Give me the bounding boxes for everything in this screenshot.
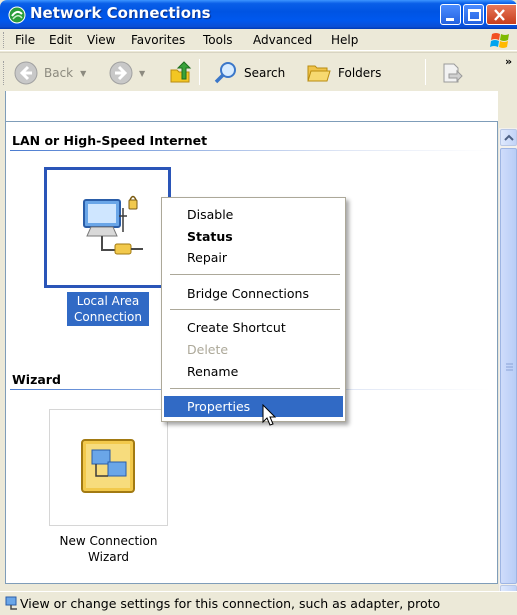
forward-dropdown-icon[interactable]: ▼ [139, 69, 145, 78]
search-button[interactable]: Search [213, 59, 285, 87]
toolbar-overflow-chevron[interactable]: » [505, 55, 512, 68]
ctx-status[interactable]: Status [164, 226, 343, 247]
chevron-up-icon [504, 134, 514, 141]
new-connection-wizard-item[interactable] [49, 409, 168, 526]
lan-label-line-2: Connection [74, 310, 142, 324]
minimize-button[interactable] [440, 4, 461, 25]
grip-icon [506, 363, 513, 371]
group-header-lan: LAN or High-Speed Internet [12, 133, 208, 148]
close-icon [494, 9, 505, 21]
ctx-delete: Delete [187, 342, 229, 357]
windows-logo-icon [490, 33, 509, 48]
title-bar[interactable]: Network Connections [0, 0, 517, 29]
vertical-scrollbar[interactable] [498, 128, 517, 604]
move-to-icon [443, 63, 463, 83]
status-bar: View or change settings for this connect… [0, 591, 517, 615]
local-area-connection-item[interactable] [44, 167, 171, 288]
toolbar-separator [425, 59, 426, 85]
menu-edit[interactable]: Edit [49, 33, 72, 47]
toolbar-grip[interactable] [3, 61, 6, 85]
lan-connection-icon [83, 195, 143, 255]
menu-bar: File Edit View Favorites Tools Advanced … [0, 29, 517, 51]
local-area-connection-label[interactable]: Local Area Connection [67, 292, 149, 326]
lan-label-line-1: Local Area [76, 294, 140, 308]
up-folder-icon [170, 61, 192, 83]
ctx-properties[interactable]: Properties [164, 396, 343, 417]
scroll-thumb[interactable] [500, 148, 517, 584]
group-header-wizard: Wizard [12, 372, 61, 387]
ctx-repair[interactable]: Repair [164, 247, 343, 268]
wizard-label-line-1: New Connection [59, 534, 158, 548]
close-button[interactable] [486, 4, 517, 25]
maximize-icon [468, 9, 481, 21]
forward-arrow-icon [109, 61, 133, 85]
menu-file[interactable]: File [15, 33, 35, 47]
back-arrow-icon [14, 61, 38, 85]
ctx-disable[interactable]: Disable [164, 204, 343, 225]
back-dropdown-icon[interactable]: ▼ [80, 69, 86, 78]
network-connections-icon [8, 6, 26, 24]
ctx-separator [170, 274, 340, 275]
up-folder-button[interactable] [168, 59, 192, 87]
menu-help[interactable]: Help [331, 33, 358, 47]
content-top [5, 91, 498, 121]
back-button[interactable]: Back ▼ [13, 59, 86, 87]
folders-button[interactable]: Folders [305, 59, 381, 87]
menu-favorites[interactable]: Favorites [131, 33, 185, 47]
back-label: Back [44, 66, 74, 80]
ctx-separator [170, 388, 340, 389]
maximize-button[interactable] [463, 4, 484, 25]
menu-view[interactable]: View [87, 33, 115, 47]
scroll-up-button[interactable] [500, 129, 517, 146]
network-status-icon [5, 596, 17, 610]
ctx-rename[interactable]: Rename [164, 361, 343, 382]
context-menu: Disable Status Repair Bridge Connections… [161, 197, 346, 422]
ctx-separator [170, 309, 340, 310]
toolbar-separator [199, 59, 200, 85]
minimize-icon [446, 18, 454, 21]
menu-advanced[interactable]: Advanced [253, 33, 312, 47]
mouse-pointer-icon [262, 404, 277, 426]
group-divider-lan [10, 150, 490, 151]
standard-toolbar: Back ▼ ▼ Search Folders » [0, 52, 517, 90]
move-to-button[interactable] [440, 59, 464, 87]
folders-label: Folders [338, 66, 382, 80]
ctx-bridge-connections[interactable]: Bridge Connections [164, 283, 343, 304]
ctx-create-shortcut[interactable]: Create Shortcut [164, 317, 343, 338]
new-connection-wizard-label[interactable]: New Connection Wizard [45, 533, 172, 565]
search-icon [214, 62, 236, 84]
menu-grip[interactable] [3, 32, 6, 48]
status-text: View or change settings for this connect… [20, 596, 441, 611]
forward-button[interactable]: ▼ [108, 59, 145, 87]
network-connections-window: Network Connections File Edit View Favor… [0, 0, 517, 615]
menu-tools[interactable]: Tools [203, 33, 233, 47]
new-connection-wizard-icon [81, 439, 135, 493]
window-title: Network Connections [30, 4, 211, 22]
folders-icon [307, 65, 331, 82]
search-label: Search [244, 66, 286, 80]
wizard-label-line-2: Wizard [88, 550, 129, 564]
